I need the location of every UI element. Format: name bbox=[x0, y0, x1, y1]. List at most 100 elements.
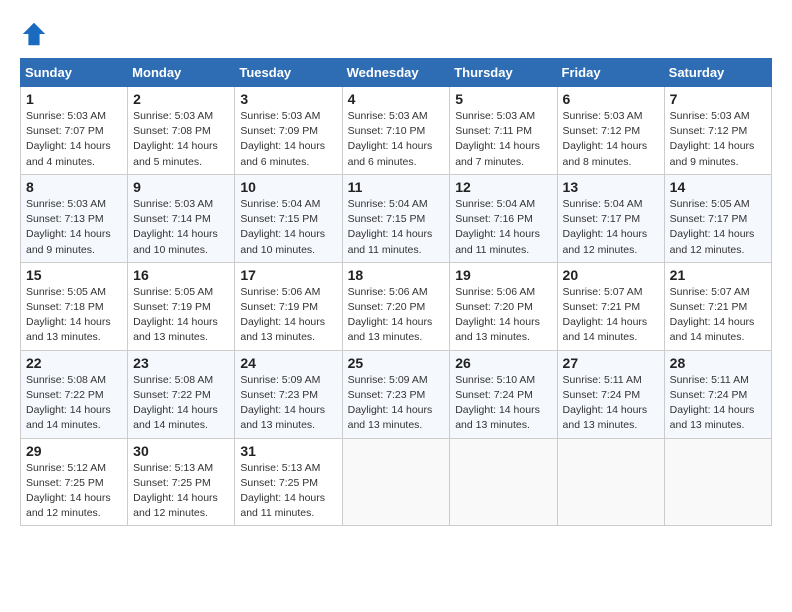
day-number: 26 bbox=[455, 355, 551, 371]
weekday-header-row: SundayMondayTuesdayWednesdayThursdayFrid… bbox=[21, 59, 772, 87]
calendar-table: SundayMondayTuesdayWednesdayThursdayFrid… bbox=[20, 58, 772, 526]
calendar-cell: 27 Sunrise: 5:11 AMSunset: 7:24 PMDaylig… bbox=[557, 350, 664, 438]
day-number: 31 bbox=[240, 443, 336, 459]
calendar-cell: 4 Sunrise: 5:03 AMSunset: 7:10 PMDayligh… bbox=[342, 87, 450, 175]
calendar-cell: 3 Sunrise: 5:03 AMSunset: 7:09 PMDayligh… bbox=[235, 87, 342, 175]
calendar-week-row: 15 Sunrise: 5:05 AMSunset: 7:18 PMDaylig… bbox=[21, 262, 772, 350]
day-number: 23 bbox=[133, 355, 229, 371]
calendar-cell: 29 Sunrise: 5:12 AMSunset: 7:25 PMDaylig… bbox=[21, 438, 128, 526]
calendar-cell: 17 Sunrise: 5:06 AMSunset: 7:19 PMDaylig… bbox=[235, 262, 342, 350]
day-info: Sunrise: 5:03 AMSunset: 7:10 PMDaylight:… bbox=[348, 109, 445, 170]
day-number: 6 bbox=[563, 91, 659, 107]
day-number: 8 bbox=[26, 179, 122, 195]
logo-icon bbox=[20, 20, 48, 48]
logo bbox=[20, 20, 52, 48]
calendar-cell: 2 Sunrise: 5:03 AMSunset: 7:08 PMDayligh… bbox=[128, 87, 235, 175]
day-info: Sunrise: 5:07 AMSunset: 7:21 PMDaylight:… bbox=[670, 285, 766, 346]
day-info: Sunrise: 5:09 AMSunset: 7:23 PMDaylight:… bbox=[240, 373, 336, 434]
calendar-cell: 23 Sunrise: 5:08 AMSunset: 7:22 PMDaylig… bbox=[128, 350, 235, 438]
day-number: 10 bbox=[240, 179, 336, 195]
calendar-cell: 31 Sunrise: 5:13 AMSunset: 7:25 PMDaylig… bbox=[235, 438, 342, 526]
weekday-header-thursday: Thursday bbox=[450, 59, 557, 87]
day-number: 18 bbox=[348, 267, 445, 283]
day-number: 17 bbox=[240, 267, 336, 283]
calendar-cell: 7 Sunrise: 5:03 AMSunset: 7:12 PMDayligh… bbox=[664, 87, 771, 175]
day-number: 15 bbox=[26, 267, 122, 283]
calendar-cell: 24 Sunrise: 5:09 AMSunset: 7:23 PMDaylig… bbox=[235, 350, 342, 438]
day-info: Sunrise: 5:03 AMSunset: 7:14 PMDaylight:… bbox=[133, 197, 229, 258]
day-info: Sunrise: 5:03 AMSunset: 7:12 PMDaylight:… bbox=[563, 109, 659, 170]
calendar-cell: 20 Sunrise: 5:07 AMSunset: 7:21 PMDaylig… bbox=[557, 262, 664, 350]
day-info: Sunrise: 5:03 AMSunset: 7:11 PMDaylight:… bbox=[455, 109, 551, 170]
day-info: Sunrise: 5:06 AMSunset: 7:19 PMDaylight:… bbox=[240, 285, 336, 346]
day-number: 2 bbox=[133, 91, 229, 107]
calendar-week-row: 8 Sunrise: 5:03 AMSunset: 7:13 PMDayligh… bbox=[21, 174, 772, 262]
day-number: 11 bbox=[348, 179, 445, 195]
day-info: Sunrise: 5:04 AMSunset: 7:15 PMDaylight:… bbox=[348, 197, 445, 258]
calendar-cell: 30 Sunrise: 5:13 AMSunset: 7:25 PMDaylig… bbox=[128, 438, 235, 526]
day-number: 1 bbox=[26, 91, 122, 107]
day-info: Sunrise: 5:13 AMSunset: 7:25 PMDaylight:… bbox=[240, 461, 336, 522]
calendar-cell bbox=[450, 438, 557, 526]
day-number: 16 bbox=[133, 267, 229, 283]
day-info: Sunrise: 5:06 AMSunset: 7:20 PMDaylight:… bbox=[455, 285, 551, 346]
day-info: Sunrise: 5:04 AMSunset: 7:17 PMDaylight:… bbox=[563, 197, 659, 258]
day-number: 20 bbox=[563, 267, 659, 283]
day-info: Sunrise: 5:03 AMSunset: 7:08 PMDaylight:… bbox=[133, 109, 229, 170]
calendar-cell: 19 Sunrise: 5:06 AMSunset: 7:20 PMDaylig… bbox=[450, 262, 557, 350]
day-info: Sunrise: 5:09 AMSunset: 7:23 PMDaylight:… bbox=[348, 373, 445, 434]
calendar-cell: 16 Sunrise: 5:05 AMSunset: 7:19 PMDaylig… bbox=[128, 262, 235, 350]
day-number: 4 bbox=[348, 91, 445, 107]
day-number: 21 bbox=[670, 267, 766, 283]
calendar-week-row: 1 Sunrise: 5:03 AMSunset: 7:07 PMDayligh… bbox=[21, 87, 772, 175]
day-info: Sunrise: 5:12 AMSunset: 7:25 PMDaylight:… bbox=[26, 461, 122, 522]
page-header bbox=[20, 20, 772, 48]
day-number: 30 bbox=[133, 443, 229, 459]
day-number: 22 bbox=[26, 355, 122, 371]
weekday-header-sunday: Sunday bbox=[21, 59, 128, 87]
day-info: Sunrise: 5:13 AMSunset: 7:25 PMDaylight:… bbox=[133, 461, 229, 522]
day-number: 29 bbox=[26, 443, 122, 459]
calendar-cell: 5 Sunrise: 5:03 AMSunset: 7:11 PMDayligh… bbox=[450, 87, 557, 175]
day-info: Sunrise: 5:03 AMSunset: 7:12 PMDaylight:… bbox=[670, 109, 766, 170]
calendar-cell: 8 Sunrise: 5:03 AMSunset: 7:13 PMDayligh… bbox=[21, 174, 128, 262]
calendar-cell: 18 Sunrise: 5:06 AMSunset: 7:20 PMDaylig… bbox=[342, 262, 450, 350]
day-number: 28 bbox=[670, 355, 766, 371]
weekday-header-friday: Friday bbox=[557, 59, 664, 87]
calendar-cell: 10 Sunrise: 5:04 AMSunset: 7:15 PMDaylig… bbox=[235, 174, 342, 262]
calendar-cell: 9 Sunrise: 5:03 AMSunset: 7:14 PMDayligh… bbox=[128, 174, 235, 262]
calendar-cell: 22 Sunrise: 5:08 AMSunset: 7:22 PMDaylig… bbox=[21, 350, 128, 438]
calendar-cell: 25 Sunrise: 5:09 AMSunset: 7:23 PMDaylig… bbox=[342, 350, 450, 438]
calendar-cell: 21 Sunrise: 5:07 AMSunset: 7:21 PMDaylig… bbox=[664, 262, 771, 350]
day-info: Sunrise: 5:06 AMSunset: 7:20 PMDaylight:… bbox=[348, 285, 445, 346]
weekday-header-wednesday: Wednesday bbox=[342, 59, 450, 87]
day-info: Sunrise: 5:08 AMSunset: 7:22 PMDaylight:… bbox=[133, 373, 229, 434]
weekday-header-monday: Monday bbox=[128, 59, 235, 87]
calendar-cell: 1 Sunrise: 5:03 AMSunset: 7:07 PMDayligh… bbox=[21, 87, 128, 175]
day-number: 5 bbox=[455, 91, 551, 107]
day-number: 14 bbox=[670, 179, 766, 195]
calendar-week-row: 29 Sunrise: 5:12 AMSunset: 7:25 PMDaylig… bbox=[21, 438, 772, 526]
calendar-cell: 15 Sunrise: 5:05 AMSunset: 7:18 PMDaylig… bbox=[21, 262, 128, 350]
day-number: 12 bbox=[455, 179, 551, 195]
weekday-header-saturday: Saturday bbox=[664, 59, 771, 87]
day-number: 13 bbox=[563, 179, 659, 195]
day-info: Sunrise: 5:07 AMSunset: 7:21 PMDaylight:… bbox=[563, 285, 659, 346]
calendar-cell: 14 Sunrise: 5:05 AMSunset: 7:17 PMDaylig… bbox=[664, 174, 771, 262]
day-number: 9 bbox=[133, 179, 229, 195]
calendar-cell: 28 Sunrise: 5:11 AMSunset: 7:24 PMDaylig… bbox=[664, 350, 771, 438]
day-number: 3 bbox=[240, 91, 336, 107]
day-info: Sunrise: 5:11 AMSunset: 7:24 PMDaylight:… bbox=[670, 373, 766, 434]
day-info: Sunrise: 5:03 AMSunset: 7:09 PMDaylight:… bbox=[240, 109, 336, 170]
day-number: 25 bbox=[348, 355, 445, 371]
weekday-header-tuesday: Tuesday bbox=[235, 59, 342, 87]
day-info: Sunrise: 5:05 AMSunset: 7:19 PMDaylight:… bbox=[133, 285, 229, 346]
calendar-cell: 12 Sunrise: 5:04 AMSunset: 7:16 PMDaylig… bbox=[450, 174, 557, 262]
calendar-cell bbox=[557, 438, 664, 526]
calendar-cell: 13 Sunrise: 5:04 AMSunset: 7:17 PMDaylig… bbox=[557, 174, 664, 262]
day-info: Sunrise: 5:03 AMSunset: 7:13 PMDaylight:… bbox=[26, 197, 122, 258]
calendar-week-row: 22 Sunrise: 5:08 AMSunset: 7:22 PMDaylig… bbox=[21, 350, 772, 438]
day-info: Sunrise: 5:10 AMSunset: 7:24 PMDaylight:… bbox=[455, 373, 551, 434]
calendar-cell: 26 Sunrise: 5:10 AMSunset: 7:24 PMDaylig… bbox=[450, 350, 557, 438]
calendar-cell: 6 Sunrise: 5:03 AMSunset: 7:12 PMDayligh… bbox=[557, 87, 664, 175]
